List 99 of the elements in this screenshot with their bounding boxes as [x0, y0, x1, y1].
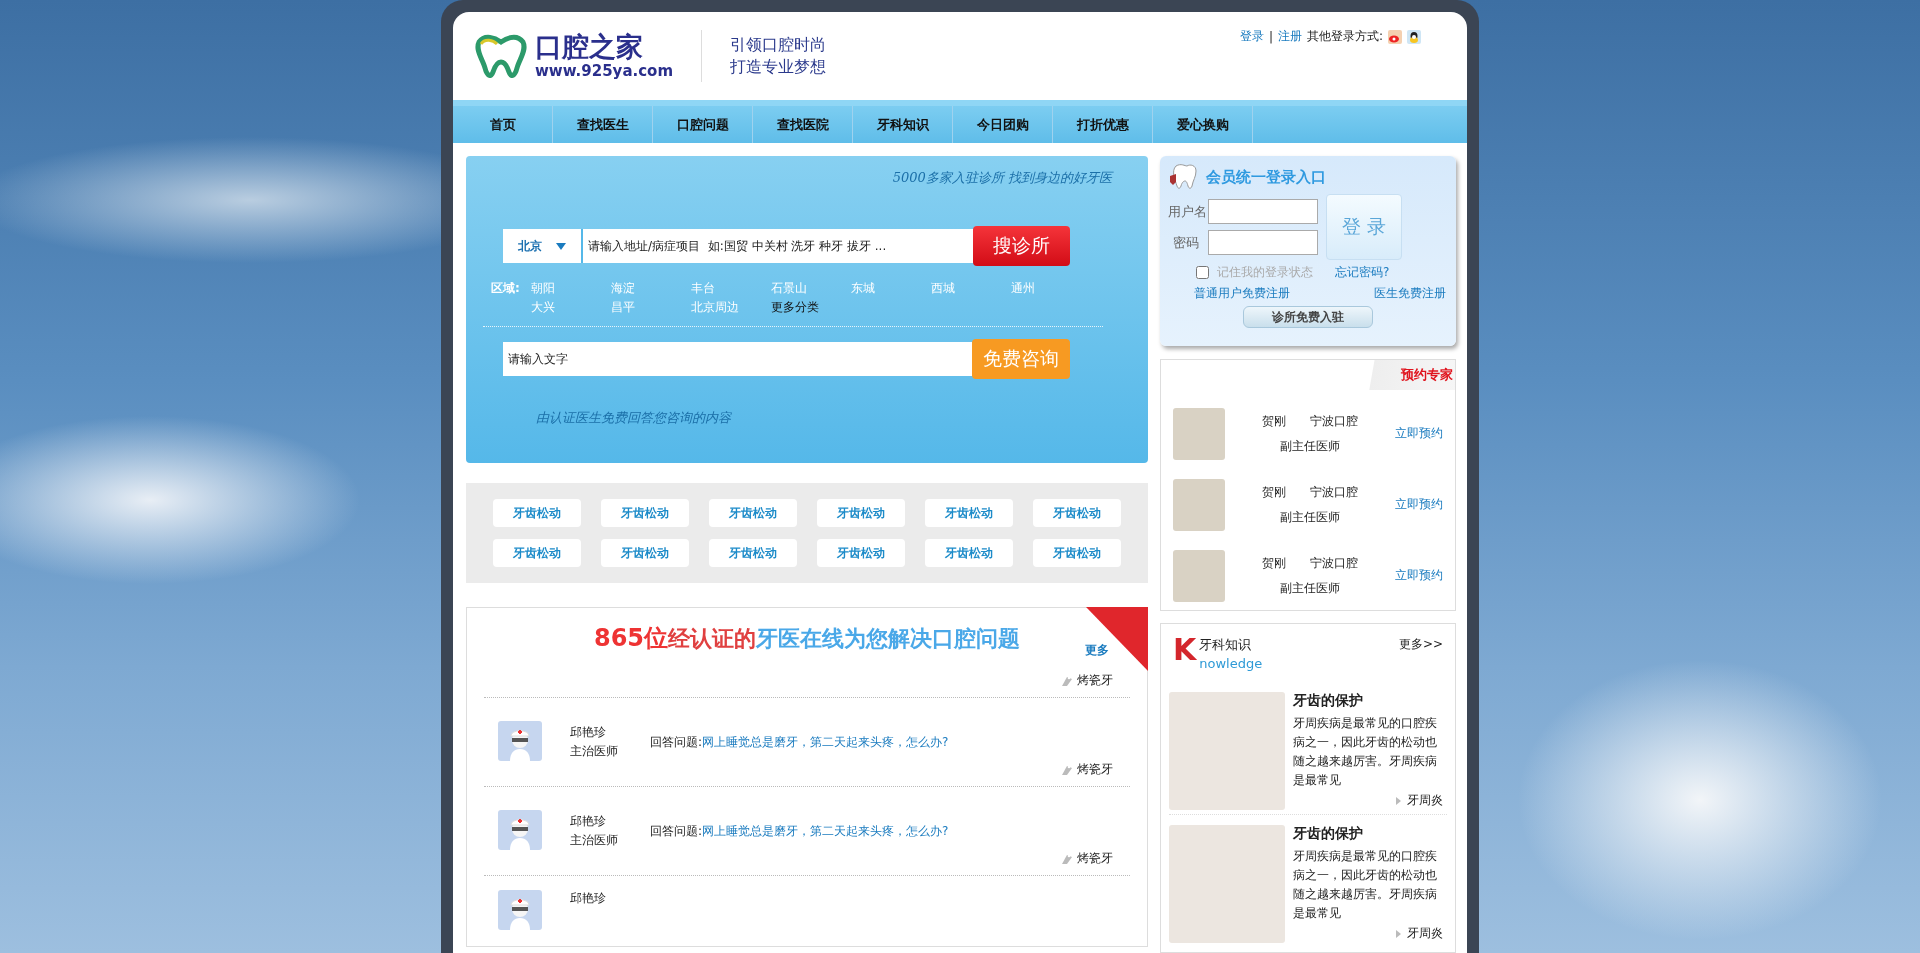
- nav-item[interactable]: 爱心换购: [1153, 106, 1253, 143]
- nav-item[interactable]: 首页: [453, 106, 553, 143]
- doctor-register-link[interactable]: 医生免费注册: [1374, 285, 1446, 302]
- symptom-tag[interactable]: 牙齿松动: [709, 539, 797, 567]
- category-link[interactable]: 烤瓷牙: [1077, 850, 1113, 867]
- username-field[interactable]: [1208, 199, 1318, 224]
- doctor-name: 邱艳珍: [570, 890, 606, 907]
- consult-field[interactable]: 请输入文字: [503, 342, 972, 376]
- login-link[interactable]: 登录: [1239, 28, 1264, 45]
- question-link[interactable]: 网上睡觉总是磨牙，第二天起来头疼，怎么办?: [702, 823, 949, 838]
- arrow-icon: [1396, 929, 1401, 938]
- symptom-tag[interactable]: 牙齿松动: [601, 499, 689, 527]
- nav-item[interactable]: 今日团购: [953, 106, 1053, 143]
- password-label: 密码: [1172, 233, 1200, 252]
- symptom-tag[interactable]: 牙齿松动: [601, 539, 689, 567]
- login-button[interactable]: 登 录: [1326, 194, 1402, 260]
- user-register-link[interactable]: 普通用户免费注册: [1194, 285, 1290, 302]
- logo-url: www.925ya.com: [535, 62, 674, 80]
- more-link[interactable]: 更多: [1085, 642, 1109, 659]
- expert-name: 贺刚: [1262, 412, 1286, 430]
- nurse-avatar-icon: [498, 809, 542, 850]
- dropdown-caret-icon: [556, 242, 566, 250]
- city-select[interactable]: 北京: [503, 229, 583, 263]
- free-consult-button[interactable]: 免费咨询: [972, 339, 1070, 379]
- photo-placeholder: [1173, 407, 1225, 460]
- doctor-name: 邱艳珍: [570, 813, 606, 830]
- area-link[interactable]: 更多分类: [771, 299, 851, 316]
- question-link[interactable]: 网上睡觉总是磨牙，第二天起来头疼，怎么办?: [702, 734, 949, 749]
- doctor-title: 主治医师: [570, 832, 618, 849]
- symptom-tag[interactable]: 牙齿松动: [493, 499, 581, 527]
- expert-title: 副主任医师: [1280, 437, 1340, 455]
- nav-item[interactable]: 查找医生: [553, 106, 653, 143]
- expert-hospital: 宁波口腔: [1310, 412, 1358, 430]
- expert-title: 副主任医师: [1280, 508, 1340, 526]
- forgot-password-link[interactable]: 忘记密码?: [1335, 264, 1390, 281]
- search-clinic-button[interactable]: 搜诊所: [973, 226, 1070, 266]
- tooth-logo-icon: [473, 34, 529, 78]
- search-field[interactable]: 请输入地址/病症项目 如:国贸 中关村 洗牙 种牙 拔牙 ...: [583, 229, 973, 263]
- article-title: 牙齿的保护: [1293, 692, 1363, 710]
- symptom-tag[interactable]: 牙齿松动: [1033, 499, 1121, 527]
- symptom-tag[interactable]: 牙齿松动: [817, 539, 905, 567]
- photo-placeholder: [1173, 549, 1225, 602]
- expert-title: 副主任医师: [1280, 579, 1340, 597]
- answer-label: 回答问题:: [650, 734, 703, 749]
- nurse-avatar-icon: [498, 890, 542, 930]
- category-link[interactable]: 烤瓷牙: [1077, 761, 1113, 778]
- symptom-tag[interactable]: 牙齿松动: [817, 499, 905, 527]
- arrow-icon: [1396, 796, 1401, 805]
- nurse-avatar-icon: [498, 720, 542, 761]
- slogan-line: 引领口腔时尚: [730, 34, 827, 56]
- consult-note: 由认证医生免费回答您咨询的内容: [536, 409, 731, 427]
- symptom-tag[interactable]: 牙齿松动: [925, 499, 1013, 527]
- knowledge-more-link[interactable]: 更多>>: [1398, 636, 1443, 682]
- remember-label: 记住我的登录状态: [1217, 264, 1314, 281]
- other-login-label: 其他登录方式:: [1306, 28, 1383, 45]
- book-now-link[interactable]: 立即预约: [1395, 496, 1443, 513]
- book-now-link[interactable]: 立即预约: [1395, 425, 1443, 442]
- symptom-tag[interactable]: 牙齿松动: [709, 499, 797, 527]
- photo-placeholder: [1173, 478, 1225, 531]
- nav-item[interactable]: 打折优惠: [1053, 106, 1153, 143]
- knowledge-logo-letter: K: [1173, 636, 1197, 664]
- doctor-title: 主治医师: [570, 743, 618, 760]
- expert-name: 贺刚: [1262, 554, 1286, 572]
- symptom-tag[interactable]: 牙齿松动: [493, 539, 581, 567]
- clinic-join-button[interactable]: 诊所免费入驻: [1243, 306, 1373, 328]
- slogan-line: 打造专业梦想: [730, 56, 827, 78]
- qq-icon[interactable]: [1407, 29, 1421, 44]
- register-link[interactable]: 注册: [1277, 28, 1302, 45]
- book-now-link[interactable]: 立即预约: [1395, 567, 1443, 584]
- symptom-tag[interactable]: 牙齿松动: [925, 539, 1013, 567]
- article-title: 牙齿的保护: [1293, 825, 1363, 843]
- article-tag-link[interactable]: 牙周炎: [1407, 925, 1443, 942]
- knowledge-title: 牙科知识: [1199, 636, 1252, 654]
- login-title: 会员统一登录入口: [1206, 167, 1326, 187]
- nav-item[interactable]: 牙科知识: [853, 106, 953, 143]
- nav-item[interactable]: 口腔问题: [653, 106, 753, 143]
- qa-heading: 865位经认证的牙医在线为您解决口腔问题: [593, 623, 1021, 654]
- doctor-name: 邱艳珍: [570, 724, 606, 741]
- area-label: 区域:: [491, 280, 521, 297]
- tooth-mascot-icon: [1168, 162, 1198, 192]
- expert-hospital: 宁波口腔: [1310, 554, 1358, 572]
- expert-name: 贺刚: [1262, 483, 1286, 501]
- category-link[interactable]: 烤瓷牙: [1077, 672, 1113, 689]
- article-tag-link[interactable]: 牙周炎: [1407, 792, 1443, 809]
- weibo-icon[interactable]: [1388, 29, 1402, 44]
- remember-checkbox[interactable]: [1196, 266, 1209, 279]
- password-field[interactable]: [1208, 230, 1318, 255]
- corner-ribbon-icon: [1086, 607, 1148, 671]
- knowledge-subtitle: nowledge: [1199, 656, 1263, 671]
- separator: |: [1268, 29, 1273, 44]
- article-text: 牙周疾病是最常见的口腔疾病之一，因此牙齿的松动也随之越来越厉害。牙周疾病是最常见: [1293, 848, 1438, 922]
- nav-item[interactable]: 查找医院: [753, 106, 853, 143]
- expert-hospital: 宁波口腔: [1310, 483, 1358, 501]
- logo-title: 口腔之家: [535, 32, 644, 62]
- article-text: 牙周疾病是最常见的口腔疾病之一，因此牙齿的松动也随之越来越厉害。牙周疾病是最常见: [1293, 715, 1438, 789]
- tagline: 5000多家入驻诊所 找到身边的好牙医: [892, 169, 1112, 187]
- username-label: 用户名: [1168, 202, 1204, 221]
- answer-label: 回答问题:: [650, 823, 703, 838]
- symptom-tag[interactable]: 牙齿松动: [1033, 539, 1121, 567]
